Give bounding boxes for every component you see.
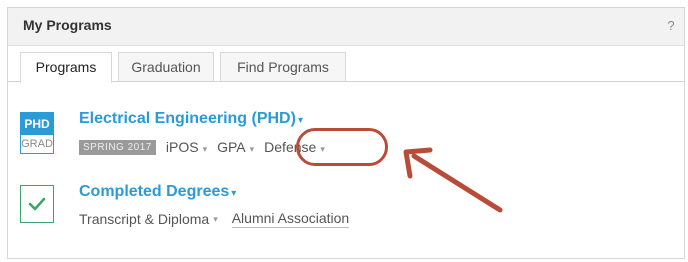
tab-programs[interactable]: Programs xyxy=(20,52,112,83)
chevron-down-icon[interactable]: ▾ xyxy=(298,115,303,126)
highlight-circle xyxy=(296,128,388,166)
chevron-down-icon[interactable]: ▾ xyxy=(250,144,255,154)
help-icon[interactable]: ? xyxy=(664,18,678,34)
ipos-label[interactable]: iPOS xyxy=(166,139,199,155)
alumni-association-link[interactable]: Alumni Association xyxy=(231,210,350,228)
badge-type: GRAD xyxy=(21,138,53,150)
badge-level: PHD xyxy=(21,113,53,135)
panel-header: My Programs ? xyxy=(8,8,684,46)
completed-degree-icon xyxy=(20,185,54,223)
ipos-menu[interactable]: iPOS ▾ xyxy=(166,139,207,155)
degree-badge: PHD GRAD xyxy=(20,112,54,154)
program-title-link[interactable]: Electrical Engineering (PHD) ▾ xyxy=(79,110,303,128)
checkmark-icon xyxy=(28,197,46,211)
gpa-label[interactable]: GPA xyxy=(217,139,246,155)
completed-links: Transcript & Diploma ▾ Alumni Association xyxy=(79,210,350,228)
program-title-text[interactable]: Electrical Engineering (PHD) xyxy=(79,110,296,127)
panel-title: My Programs xyxy=(23,17,112,33)
completed-degrees-text[interactable]: Completed Degrees xyxy=(79,183,229,200)
chevron-down-icon[interactable]: ▾ xyxy=(231,188,236,199)
my-programs-panel: My Programs ? Programs Graduation Find P… xyxy=(7,7,685,259)
chevron-down-icon[interactable]: ▾ xyxy=(203,144,208,154)
transcript-diploma-link[interactable]: Transcript & Diploma xyxy=(79,211,209,227)
tab-find-programs[interactable]: Find Programs xyxy=(220,52,346,82)
annotation-arrow-icon xyxy=(403,147,503,213)
chevron-down-icon[interactable]: ▾ xyxy=(213,214,218,225)
completed-degrees-link[interactable]: Completed Degrees ▾ xyxy=(79,183,236,201)
term-badge: SPRING 2017 xyxy=(79,139,156,155)
tab-graduation[interactable]: Graduation xyxy=(118,52,214,82)
gpa-menu[interactable]: GPA ▾ xyxy=(217,139,254,155)
